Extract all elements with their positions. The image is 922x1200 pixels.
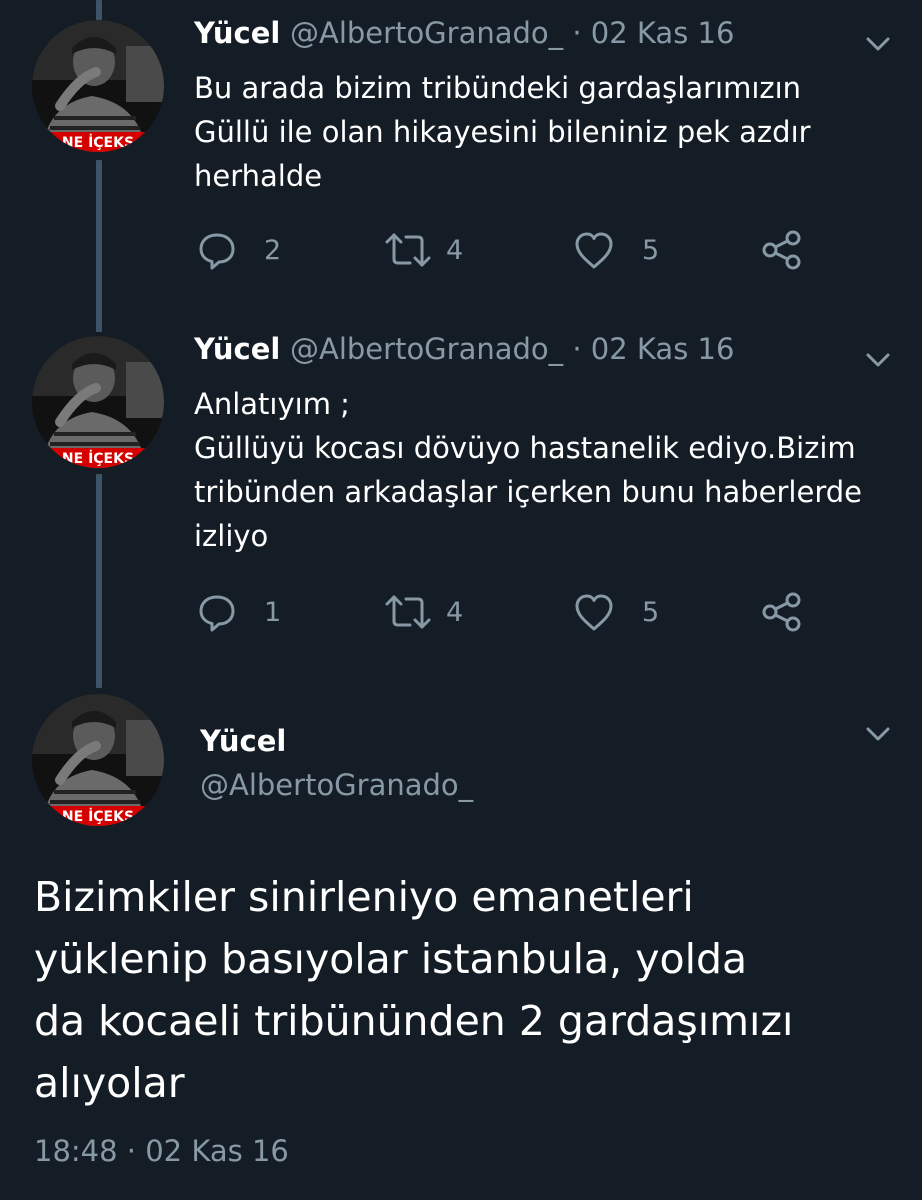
avatar-banner-text: NE İÇEKS	[62, 450, 134, 467]
share-button[interactable]	[760, 590, 804, 634]
main-tweet-text: Bizimkiler sinirleniyo emanetleri yüklen…	[34, 866, 894, 1114]
tweet-text: Bu arada bizim tribündeki gardaşlarımızı…	[194, 66, 894, 198]
tweet-text-line: Bu arada bizim tribündeki gardaşlarımızı…	[194, 71, 802, 105]
retweet-button[interactable]: 4	[384, 590, 463, 634]
tweet-text-line: Anlatıyım ;	[194, 387, 350, 421]
reply-count: 1	[264, 596, 282, 628]
reply-icon	[199, 595, 235, 632]
share-icon	[762, 592, 801, 632]
reply-button[interactable]: 1	[196, 590, 281, 634]
author-name[interactable]: Yücel	[194, 332, 280, 366]
main-tweet-text-line: alıyolar	[34, 1059, 185, 1107]
retweet-count: 4	[446, 596, 464, 628]
share-icon	[762, 230, 801, 270]
avatar[interactable]: NE İÇEKS	[32, 694, 164, 826]
main-tweet-text-line: da kocaeli tribününden 2 gardaşımızı	[34, 997, 794, 1045]
author-name[interactable]: Yücel	[200, 724, 286, 758]
chevron-down-icon[interactable]	[860, 342, 896, 378]
thread-line	[96, 0, 102, 20]
like-icon	[575, 594, 613, 631]
like-count: 5	[642, 596, 660, 628]
chevron-down-icon[interactable]	[860, 716, 896, 752]
author-handle-date[interactable]: @AlbertoGranado_ · 02 Kas 16	[290, 332, 734, 366]
retweet-button[interactable]: 4	[384, 228, 463, 272]
main-tweet-text-line: Bizimkiler sinirleniyo emanetleri	[34, 873, 694, 921]
avatar-banner-text: NE İÇEKS	[62, 134, 134, 151]
author-handle[interactable]: @AlbertoGranado_	[200, 768, 473, 802]
main-tweet-text-line: yüklenip basıyolar istanbula, yolda	[34, 935, 748, 983]
thread-line	[96, 160, 102, 332]
avatar-banner-text: NE İÇEKS	[62, 808, 134, 825]
reply-button[interactable]: 2	[196, 228, 281, 272]
tweet-text: Anlatıyım ; Güllüyü kocası dövüyo hastan…	[194, 382, 894, 558]
tweet-text-line: Güllü ile olan hikayesini bileniniz pek …	[194, 115, 811, 149]
retweet-count: 4	[446, 234, 464, 266]
thread-line	[96, 474, 102, 688]
like-button[interactable]: 5	[572, 228, 659, 272]
reply-icon	[199, 233, 235, 270]
tweet-text-line: herhalde	[194, 159, 323, 193]
author-name[interactable]: Yücel	[194, 16, 280, 50]
share-button[interactable]	[760, 228, 804, 272]
retweet-icon	[385, 595, 431, 629]
like-icon	[575, 232, 613, 269]
retweet-icon	[385, 233, 431, 267]
avatar[interactable]: NE İÇEKS	[32, 336, 164, 468]
reply-count: 2	[264, 234, 282, 266]
tweet-text-line: Güllüyü kocası dövüyo hastanelik ediyo.B…	[194, 431, 856, 465]
avatar[interactable]: NE İÇEKS	[32, 20, 164, 152]
chevron-down-icon[interactable]	[860, 26, 896, 62]
like-button[interactable]: 5	[572, 590, 659, 634]
main-tweet-timestamp[interactable]: 18:48 · 02 Kas 16	[34, 1134, 289, 1168]
tweet-text-line: izliyo	[194, 519, 269, 553]
author-handle-date[interactable]: @AlbertoGranado_ · 02 Kas 16	[290, 16, 734, 50]
like-count: 5	[642, 234, 660, 266]
tweet-text-line: tribünden arkadaşlar içerken bunu haberl…	[194, 475, 862, 509]
